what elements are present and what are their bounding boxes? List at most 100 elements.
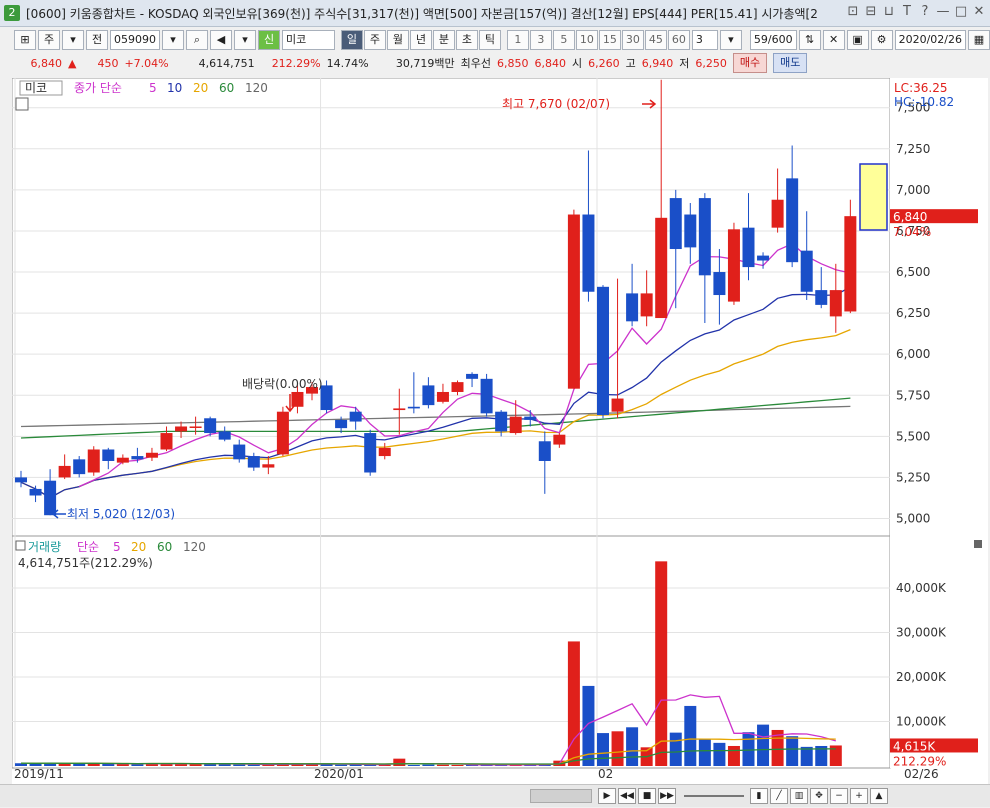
future-box <box>859 163 888 231</box>
candle-body <box>87 449 100 473</box>
gear-icon[interactable]: ⚙ <box>870 30 893 50</box>
price-panel-frame <box>11 77 891 537</box>
table-icon <box>15 97 29 111</box>
candle-body <box>262 464 275 468</box>
window-control-4-icon[interactable]: ? <box>918 4 932 20</box>
scroll-rewind-icon[interactable]: ◀◀ <box>618 788 636 804</box>
candle-body <box>335 419 348 429</box>
volume-bar <box>407 765 420 766</box>
candle-body <box>698 198 711 276</box>
price-tick-label: 6,000 <box>896 347 930 361</box>
volume-bar <box>102 763 115 766</box>
chart-type-icon[interactable]: ▮ <box>750 788 768 804</box>
volume-legend-item: 5 <box>113 540 121 554</box>
fast-forward-icon[interactable]: ▶▶ <box>658 788 676 804</box>
sound-icon[interactable]: ◀ <box>210 30 232 50</box>
save-icon[interactable]: ▣ <box>846 30 869 50</box>
prev-stock-button[interactable]: 전 <box>86 30 108 50</box>
candle-body <box>204 418 217 434</box>
interval-button-3[interactable]: 10 <box>575 30 598 50</box>
candle-body <box>466 373 479 379</box>
stop-icon[interactable]: ■ <box>638 788 656 804</box>
status-bar: ▶ ◀◀ ■ ▶▶ ▮ ╱ ▥ ✥ − + ▲ <box>0 784 990 807</box>
tool-icon[interactable]: ✕ <box>822 30 845 50</box>
window-control-2-icon[interactable]: ⊔ <box>882 4 896 20</box>
interval-input[interactable]: 3 <box>691 30 718 50</box>
period-button-5[interactable]: 초 <box>455 30 478 50</box>
window-control-0-icon[interactable]: ⊡ <box>846 4 860 20</box>
interval-button-1[interactable]: 3 <box>529 30 552 50</box>
scrollbar[interactable] <box>530 789 592 803</box>
open-label: 시 <box>571 57 583 70</box>
zoom-in-icon[interactable]: + <box>850 788 868 804</box>
interval-button-5[interactable]: 30 <box>621 30 644 50</box>
cursor-icon[interactable]: ▲ <box>870 788 888 804</box>
code-input[interactable]: 059090 <box>110 30 160 50</box>
layout-icon[interactable]: ⊞ <box>14 30 36 50</box>
sell-button[interactable]: 매도 <box>773 53 808 73</box>
candle-body <box>276 411 289 455</box>
up-arrow-icon: ▲ <box>68 56 77 70</box>
window-control-1-icon[interactable]: ⊟ <box>864 4 878 20</box>
stock-name-field[interactable]: 미코 <box>282 30 335 50</box>
chart-svg[interactable]: 7,5007,2507,0006,7506,5006,2506,0005,750… <box>11 77 988 784</box>
kind-select[interactable]: 주 <box>38 30 60 50</box>
indicator-icon[interactable]: ⇅ <box>798 30 821 50</box>
candle-body <box>567 214 580 389</box>
price-legend-item: 20 <box>193 81 208 95</box>
price-tick-label: 5,250 <box>896 470 930 484</box>
calendar-icon[interactable]: ▦ <box>968 30 990 50</box>
volume-bar <box>713 742 726 766</box>
count-field[interactable]: 59/600 <box>749 30 797 50</box>
search-icon[interactable]: ⌕ <box>186 30 208 50</box>
code-dropdown-icon[interactable]: ▾ <box>162 30 184 50</box>
candle-body <box>218 431 231 440</box>
candle-body <box>364 433 377 473</box>
change-pct: +7.04% <box>124 56 169 70</box>
period-button-6[interactable]: 틱 <box>478 30 501 50</box>
zoom-slider[interactable] <box>684 795 744 797</box>
zoom-out-icon[interactable]: − <box>830 788 848 804</box>
line-icon[interactable]: ╱ <box>770 788 788 804</box>
volume-bar <box>684 705 697 766</box>
period-button-3[interactable]: 년 <box>409 30 432 50</box>
price-legend-item: 5 <box>149 81 157 95</box>
period-button-2[interactable]: 월 <box>386 30 409 50</box>
scroll-next-icon[interactable]: ▶ <box>598 788 616 804</box>
date-field[interactable]: 2020/02/26 <box>894 30 966 50</box>
candle-body <box>684 214 697 248</box>
interval-button-0[interactable]: 1 <box>506 30 529 50</box>
title-bar: 2 [0600] 키움종합차트 - KOSDAQ 외국인보유[369(천)] 주… <box>0 0 990 27</box>
volume-legend-item: 60 <box>157 540 172 554</box>
period-button-1[interactable]: 주 <box>363 30 386 50</box>
candle-body <box>131 456 144 460</box>
volume-legend-item: 20 <box>131 540 146 554</box>
interval-button-2[interactable]: 5 <box>552 30 575 50</box>
sound-dropdown-icon[interactable]: ▾ <box>234 30 256 50</box>
volume-tick-label: 20,000K <box>896 670 947 684</box>
buy-button[interactable]: 매수 <box>732 53 768 73</box>
window-control-3-icon[interactable]: T <box>900 4 914 20</box>
interval-button-7[interactable]: 60 <box>667 30 690 50</box>
candle-body <box>378 447 391 457</box>
period-button-0[interactable]: 일 <box>340 30 363 50</box>
candle-body <box>189 426 202 428</box>
volume-panel-close-icon <box>974 540 982 548</box>
candle-body <box>102 449 115 461</box>
move-icon[interactable]: ✥ <box>810 788 828 804</box>
period-button-4[interactable]: 분 <box>432 30 455 50</box>
bar-icon[interactable]: ▥ <box>790 788 808 804</box>
window-control-7-icon[interactable]: ✕ <box>972 4 986 20</box>
interval-button-4[interactable]: 15 <box>598 30 621 50</box>
window-control-6-icon[interactable]: □ <box>954 4 968 20</box>
price-tick-label: 5,000 <box>896 511 930 525</box>
window-control-5-icon[interactable]: — <box>936 4 950 20</box>
interval-dropdown-icon[interactable]: ▾ <box>719 30 742 50</box>
chart-area[interactable]: 7,500 7,250 7,000 6,750 6,500 6,250 6,000 5,750… <box>11 77 988 788</box>
kind-dropdown-icon[interactable]: ▾ <box>62 30 84 50</box>
best-bid: 6,840 <box>534 56 566 70</box>
candle-body <box>44 480 57 516</box>
interval-button-6[interactable]: 45 <box>644 30 667 50</box>
price-tick-label: 6,250 <box>896 306 930 320</box>
candle-body <box>436 391 449 402</box>
